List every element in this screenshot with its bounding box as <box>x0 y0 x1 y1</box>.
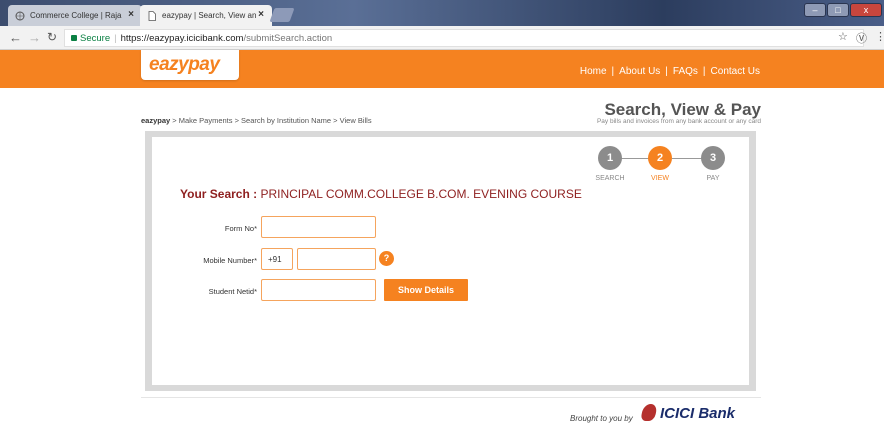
url-field[interactable]: Secure | https://eazypay.icicibank.com/sub… <box>64 29 864 47</box>
icici-bank-logo: ICICI Bank <box>648 405 735 422</box>
maximize-button[interactable]: □ <box>827 3 849 17</box>
form-no-input[interactable] <box>261 216 376 238</box>
mobile-number-input[interactable] <box>297 248 376 270</box>
secure-label: Secure <box>80 33 111 44</box>
step-pay: 3 <box>701 146 725 170</box>
country-code-field[interactable]: +91 <box>261 248 293 270</box>
browser-tab-commerce-college[interactable]: Commerce College | Raja × <box>8 5 142 26</box>
icici-brand: ICICI <box>660 405 695 422</box>
close-window-button[interactable]: x <box>850 3 882 17</box>
icici-bank-suffix: Bank <box>698 405 736 422</box>
browser-tab-eazypay[interactable]: eazypay | Search, View an × <box>140 5 272 26</box>
step-search-label: SEARCH <box>595 175 625 182</box>
step-search: 1 <box>598 146 622 170</box>
url-host: https://eazypay.icicibank.com <box>120 33 244 44</box>
brought-to-you-text: Brought to you by <box>570 414 633 423</box>
url-separator: | <box>114 33 117 44</box>
extension-icon[interactable]: Ⓥ <box>856 30 867 46</box>
mobile-number-label: Mobile Number* <box>203 256 257 265</box>
nav-faqs[interactable]: FAQs <box>673 66 698 77</box>
nav-separator: | <box>611 66 615 77</box>
url-path: /submitSearch.action <box>243 33 333 44</box>
address-bar-row: ← → ↻ Secure | https://eazypay.icicibank.c… <box>0 26 884 50</box>
nav-separator: | <box>702 66 706 77</box>
nav-contact-us[interactable]: Contact Us <box>711 66 760 77</box>
lock-icon <box>71 35 77 41</box>
forward-arrow-icon[interactable]: → <box>28 30 41 45</box>
your-search-heading: Your Search : PRINCIPAL COMM.COLLEGE B.C… <box>180 187 582 201</box>
close-tab-icon[interactable]: × <box>258 9 264 20</box>
breadcrumb-root[interactable]: eazypay <box>141 116 170 125</box>
page-icon <box>148 11 156 21</box>
browser-tab-bar: Commerce College | Raja × eazypay | Sear… <box>0 0 884 26</box>
new-tab-button[interactable] <box>269 8 295 22</box>
show-details-button[interactable]: Show Details <box>384 279 468 301</box>
student-netid-input[interactable] <box>261 279 376 301</box>
tab-title: eazypay | Search, View an <box>162 11 257 20</box>
reload-icon[interactable]: ↻ <box>47 30 57 44</box>
breadcrumb-trail: > Make Payments > Search by Institution … <box>170 116 372 125</box>
step-view-label: VIEW <box>651 175 669 182</box>
student-netid-label: Student Netid* <box>208 287 257 296</box>
menu-dots-icon[interactable]: ⋮ <box>875 30 884 43</box>
form-no-label: Form No* <box>224 224 257 233</box>
minimize-button[interactable]: – <box>804 3 826 17</box>
your-search-prefix: Your Search : <box>180 187 261 201</box>
nav-about-us[interactable]: About Us <box>619 66 660 77</box>
bookmark-star-icon[interactable]: ☆ <box>838 30 848 43</box>
footer-divider <box>141 397 761 398</box>
tab-title: Commerce College | Raja <box>30 11 122 20</box>
step-view: 2 <box>648 146 672 170</box>
site-header: eazypay Home | About Us | FAQs | Contact Us <box>0 50 884 88</box>
globe-icon <box>15 11 25 21</box>
nav-home[interactable]: Home <box>580 66 607 77</box>
back-arrow-icon[interactable]: ← <box>9 30 22 45</box>
help-icon[interactable]: ? <box>379 251 394 266</box>
your-search-value: PRINCIPAL COMM.COLLEGE B.COM. EVENING CO… <box>260 187 582 201</box>
logo-text: eazypay <box>149 54 220 75</box>
breadcrumb: eazypay > Make Payments > Search by Inst… <box>141 116 372 125</box>
top-nav: Home | About Us | FAQs | Contact Us <box>580 66 760 77</box>
page-subtitle: Pay bills and invoices from any bank acc… <box>596 118 761 125</box>
eazypay-logo[interactable]: eazypay <box>141 50 239 80</box>
nav-separator: | <box>665 66 668 77</box>
page-title: Search, View & Pay <box>604 100 761 119</box>
close-tab-icon[interactable]: × <box>128 9 134 20</box>
step-pay-label: PAY <box>706 175 720 182</box>
